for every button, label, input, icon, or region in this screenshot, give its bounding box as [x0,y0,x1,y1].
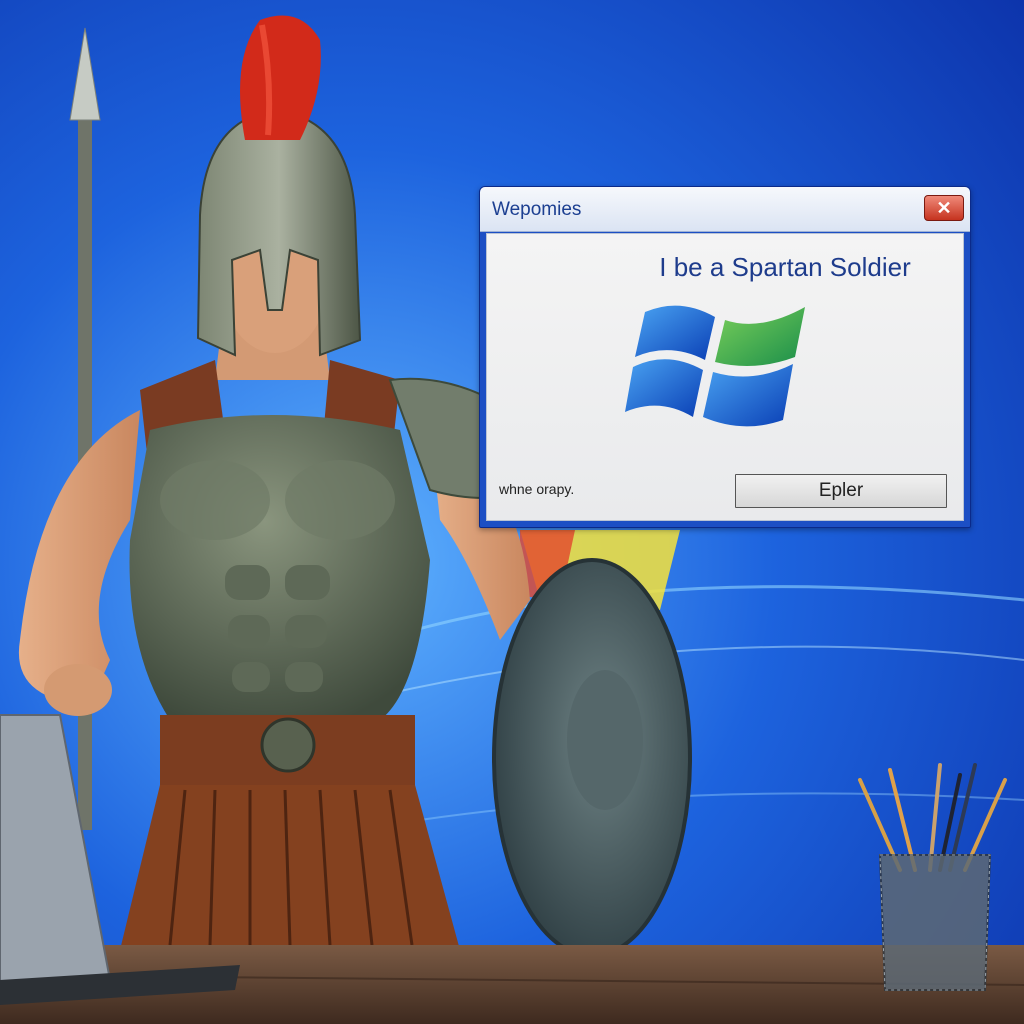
close-icon: ✕ [936,198,952,218]
dialog-title: Wepomies [492,199,582,220]
windows-logo-icon [625,305,805,427]
dialog-titlebar[interactable]: Wepomies ✕ [480,187,970,232]
dialog-action-button[interactable]: Epler [735,474,947,508]
dialog-message: I be a Spartan Soldier [659,252,911,282]
dialog-body: I be a Spartan Soldier whne orapy. Epler [486,233,964,521]
close-button[interactable]: ✕ [924,195,964,221]
dialog-window: Wepomies ✕ I be a Spartan Soldier whne o… [479,186,971,528]
dialog-footnote: whne orapy. [499,481,575,497]
